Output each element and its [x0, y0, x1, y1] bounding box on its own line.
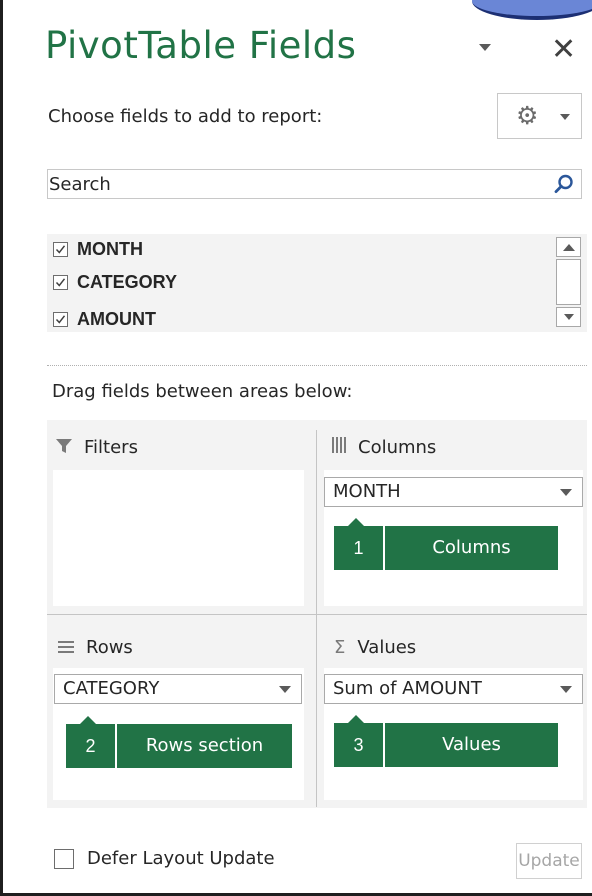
scroll-up-button[interactable]	[556, 237, 581, 257]
field-label: AMOUNT	[77, 308, 156, 329]
field-item-category[interactable]: CATEGORY	[53, 268, 177, 296]
rows-icon	[58, 637, 74, 658]
values-callout: 3 Values	[334, 715, 558, 767]
choose-fields-label: Choose fields to add to report:	[48, 106, 323, 127]
columns-callout: 1 Columns	[334, 518, 558, 570]
areas-horizontal-divider	[47, 614, 587, 615]
callout-text: Rows section	[145, 735, 264, 756]
filters-area-title: Filters	[56, 437, 138, 458]
section-divider	[47, 365, 587, 366]
columns-label: Columns	[358, 437, 437, 458]
search-input[interactable]	[49, 172, 539, 196]
callout-text: Columns	[432, 537, 511, 558]
filter-icon	[56, 437, 72, 458]
chevron-down-icon[interactable]	[560, 686, 572, 693]
values-label: Values	[357, 637, 417, 658]
field-label: CATEGORY	[77, 271, 178, 292]
columns-field-label: MONTH	[333, 481, 401, 502]
tools-button[interactable]: ⚙	[497, 93, 582, 139]
update-button[interactable]: Update	[516, 843, 582, 879]
rows-label: Rows	[86, 637, 133, 658]
search-icon[interactable]	[553, 173, 575, 195]
callout-number: 2	[66, 724, 117, 768]
pivottable-fields-pane: PivotTable Fields ✕ Choose fields to add…	[0, 0, 592, 896]
callout-text: Values	[442, 734, 501, 755]
pane-options-dropdown-icon[interactable]	[479, 44, 491, 51]
defer-layout-update[interactable]: Defer Layout Update	[54, 848, 275, 869]
rows-area-title: Rows	[58, 637, 133, 658]
defer-checkbox[interactable]	[54, 848, 74, 869]
values-area-title: Σ Values	[334, 637, 416, 658]
areas-vertical-divider	[316, 430, 317, 807]
search-field[interactable]	[47, 169, 582, 199]
field-item-amount[interactable]: AMOUNT	[53, 305, 156, 333]
arrow-up-icon	[563, 244, 575, 251]
scroll-track[interactable]	[556, 259, 581, 305]
rows-field-label: CATEGORY	[63, 678, 160, 699]
field-list-scrollbar[interactable]	[556, 237, 583, 329]
checkbox-checked[interactable]	[53, 311, 68, 327]
checkbox-checked[interactable]	[53, 274, 68, 290]
sigma-icon: Σ	[334, 637, 346, 658]
rows-callout: 2 Rows section	[66, 716, 292, 768]
field-label: MONTH	[77, 238, 143, 259]
columns-icon	[332, 437, 346, 458]
arrow-down-icon	[564, 314, 574, 320]
values-field-pill[interactable]: Sum of AMOUNT	[324, 674, 583, 704]
values-field-label: Sum of AMOUNT	[333, 678, 482, 699]
field-list: MONTH CATEGORY AMOUNT	[47, 234, 587, 332]
callout-number: 1	[334, 526, 385, 570]
filters-drop-zone[interactable]	[53, 470, 304, 606]
scroll-down-button[interactable]	[556, 307, 581, 327]
chevron-down-icon[interactable]	[279, 686, 291, 693]
pane-title: PivotTable Fields	[45, 24, 357, 67]
field-item-month[interactable]: MONTH	[53, 235, 143, 263]
rows-field-pill[interactable]: CATEGORY	[54, 674, 302, 704]
drag-fields-label: Drag fields between areas below:	[52, 381, 353, 402]
columns-field-pill[interactable]: MONTH	[324, 477, 583, 507]
chevron-down-icon	[560, 114, 570, 120]
gear-icon: ⚙	[516, 102, 539, 130]
filters-label: Filters	[84, 437, 138, 458]
defer-label: Defer Layout Update	[87, 848, 275, 869]
checkbox-checked[interactable]	[53, 241, 68, 257]
close-icon[interactable]: ✕	[551, 30, 576, 70]
callout-number: 3	[334, 723, 385, 767]
columns-area-title: Columns	[332, 437, 436, 458]
chevron-down-icon[interactable]	[560, 489, 572, 496]
window-corner-decoration	[472, 0, 592, 20]
